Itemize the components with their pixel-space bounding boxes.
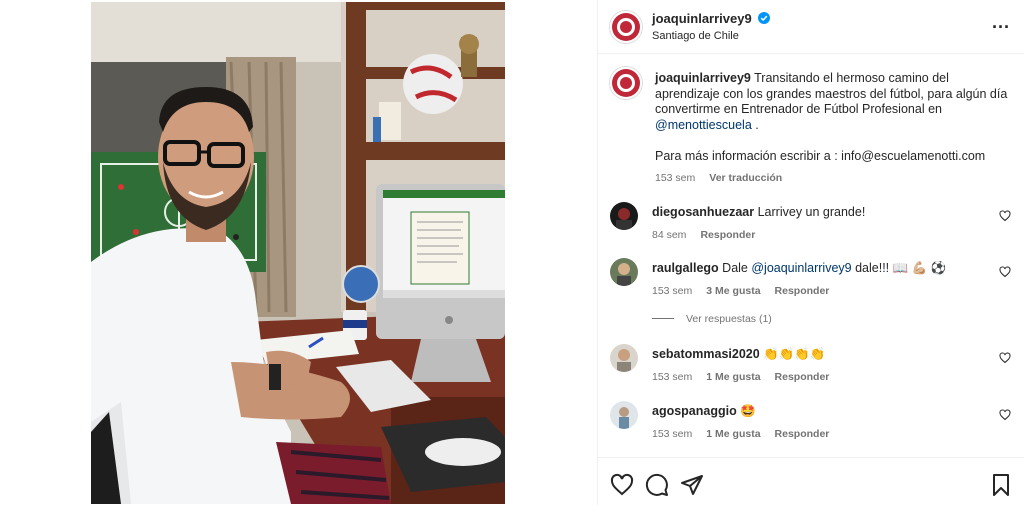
heart-icon[interactable] <box>610 473 634 497</box>
comment-body-end: dale!!! 📖 💪🏼 ⚽ <box>851 261 947 275</box>
post-location[interactable]: Santiago de Chile <box>652 30 739 42</box>
instagram-post: joaquinlarrivey9 Santiago de Chile ··· j… <box>0 0 1024 505</box>
post-header: joaquinlarrivey9 Santiago de Chile ··· <box>598 0 1024 54</box>
author-username[interactable]: joaquinlarrivey9 <box>652 11 771 26</box>
view-replies-label: Ver respuestas (1) <box>686 313 772 325</box>
comment-item: raulgallego Dale @joaquinlarrivey9 dale!… <box>610 258 1015 308</box>
post-side-panel: joaquinlarrivey9 Santiago de Chile ··· j… <box>597 0 1024 505</box>
comment-time[interactable]: 84 sem <box>652 229 686 241</box>
caption-meta: 153 sem Ver traducción <box>655 171 1010 187</box>
comment-likes[interactable]: 3 Me gusta <box>706 285 760 297</box>
view-replies-button[interactable]: Ver respuestas (1) <box>652 313 772 325</box>
author-avatar[interactable] <box>610 11 642 43</box>
comment-likes[interactable]: 1 Me gusta <box>706 371 760 383</box>
comment-username[interactable]: diegosanhuezaar <box>652 205 754 219</box>
comment-like-icon[interactable] <box>999 352 1011 364</box>
caption-username[interactable]: joaquinlarrivey9 <box>655 71 751 85</box>
caption-mention[interactable]: @menottiescuela <box>655 118 752 132</box>
comment-text: raulgallego Dale @joaquinlarrivey9 dale!… <box>652 261 972 276</box>
reply-button[interactable]: Responder <box>775 371 830 383</box>
bookmark-icon[interactable] <box>989 473 1013 497</box>
comment-username[interactable]: sebatommasi2020 <box>652 347 760 361</box>
comment-meta: 153 sem 3 Me gusta Responder <box>652 285 843 297</box>
commenter-avatar[interactable] <box>610 344 638 372</box>
comment-like-icon[interactable] <box>999 210 1011 222</box>
post-actions-bar <box>598 457 1024 505</box>
comment-meta: 153 sem 1 Me gusta Responder <box>652 428 843 440</box>
verified-badge-icon <box>758 12 771 24</box>
comment-item: diegosanhuezaar Larrivey un grande! 84 s… <box>610 202 1015 252</box>
comment-mention[interactable]: @joaquinlarrivey9 <box>751 261 851 275</box>
comment-meta: 153 sem 1 Me gusta Responder <box>652 371 843 383</box>
comment-body: 👏👏👏👏 <box>763 347 826 361</box>
comment-text: sebatommasi2020 👏👏👏👏 <box>652 347 972 362</box>
comment-like-icon[interactable] <box>999 409 1011 421</box>
replies-divider <box>652 318 674 319</box>
caption-time[interactable]: 153 sem <box>655 172 695 184</box>
reply-button[interactable]: Responder <box>700 229 755 241</box>
reply-button[interactable]: Responder <box>775 428 830 440</box>
comment-text: diegosanhuezaar Larrivey un grande! <box>652 205 972 220</box>
caption-author-avatar[interactable] <box>610 67 642 99</box>
comments-section: joaquinlarrivey9 Transitando el hermoso … <box>598 55 1024 457</box>
comment-item: sebatommasi2020 👏👏👏👏 153 sem 1 Me gusta Re… <box>610 344 1015 394</box>
comment-likes[interactable]: 1 Me gusta <box>706 428 760 440</box>
comment-text: agospanaggio 🤩 <box>652 404 972 419</box>
comment-body: 🤩 <box>740 404 756 418</box>
caption-info: Para más información escribir a : info@e… <box>655 149 986 164</box>
comment-like-icon[interactable] <box>999 266 1011 278</box>
comment-item: agospanaggio 🤩 153 sem 1 Me gusta Responde… <box>610 401 1015 451</box>
commenter-avatar[interactable] <box>610 202 638 230</box>
comment-time[interactable]: 153 sem <box>652 371 692 383</box>
caption-body-end: . <box>751 117 759 132</box>
comment-icon[interactable] <box>645 473 669 497</box>
comment-body: Dale <box>722 261 752 275</box>
media-area <box>0 0 597 505</box>
more-options-icon[interactable]: ··· <box>989 18 1013 36</box>
commenter-avatar[interactable] <box>610 258 638 286</box>
reply-button[interactable]: Responder <box>775 285 830 297</box>
comment-body: Larrivey un grande! <box>757 205 866 219</box>
caption-text: joaquinlarrivey9 Transitando el hermoso … <box>655 71 1010 187</box>
comment-meta: 84 sem Responder <box>652 229 769 241</box>
comment-username[interactable]: agospanaggio <box>652 404 737 418</box>
translate-link[interactable]: Ver traducción <box>709 172 782 184</box>
share-icon[interactable] <box>680 473 704 497</box>
comment-username[interactable]: raulgallego <box>652 261 719 275</box>
comment-time[interactable]: 153 sem <box>652 428 692 440</box>
comment-time[interactable]: 153 sem <box>652 285 692 297</box>
commenter-avatar[interactable] <box>610 401 638 429</box>
post-photo[interactable] <box>91 2 505 504</box>
